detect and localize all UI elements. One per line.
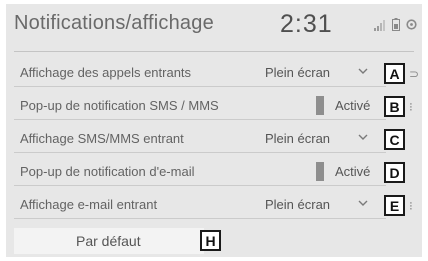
settings-icon [406, 18, 417, 36]
dropdown-value: Plein écran [265, 65, 331, 80]
row-divider [14, 152, 386, 153]
page-title: Notifications/affichage [14, 12, 214, 34]
status-icons [374, 18, 417, 36]
edge-icon: ⊃ [409, 67, 420, 81]
toggle-indicator[interactable] [316, 162, 324, 181]
signal-icon [374, 18, 386, 36]
callout-badge-a: A [384, 63, 405, 84]
header: Notifications/affichage 2:31 [6, 4, 422, 48]
notifications-display-screen: Notifications/affichage 2:31 Affichage d… [6, 4, 422, 257]
row-divider [14, 86, 386, 87]
sms-mms-display-row[interactable]: Affichage SMS/MMS entrant Plein écran [14, 123, 386, 153]
chevron-down-icon[interactable] [357, 64, 369, 82]
callout-badge-d: D [384, 162, 405, 183]
email-display-row[interactable]: Affichage e-mail entrant Plein écran [14, 189, 386, 219]
row-label: Affichage e-mail entrant [20, 197, 158, 212]
toggle-state: Activé [335, 98, 371, 113]
row-label: Affichage SMS/MMS entrant [20, 131, 184, 146]
row-divider [14, 218, 386, 219]
header-divider [14, 51, 414, 52]
dropdown-value: Plein écran [265, 131, 331, 146]
row-label: Affichage des appels entrants [20, 65, 192, 80]
callout-badge-h: H [200, 230, 221, 251]
callout-badge-b: B [384, 96, 405, 117]
callout-badge-c: C [384, 129, 405, 150]
email-popup-row[interactable]: Pop-up de notification d'e-mail Activé [14, 156, 386, 186]
edge-icon: ⁝ [409, 100, 413, 114]
default-button-label: Par défaut [76, 233, 141, 249]
chevron-down-icon[interactable] [357, 196, 369, 214]
row-divider [14, 185, 386, 186]
row-label: Pop-up de notification d'e-mail [20, 164, 195, 179]
incoming-call-display-row[interactable]: Affichage des appels entrants Plein écra… [14, 57, 386, 87]
callout-badge-e: E [384, 195, 405, 216]
battery-icon [392, 18, 400, 36]
row-divider [14, 119, 386, 120]
dropdown-value: Plein écran [265, 197, 331, 212]
edge-icon: ⁝ [409, 199, 413, 213]
clock: 2:31 [280, 10, 333, 38]
row-label: Pop-up de notification SMS / MMS [20, 98, 219, 113]
default-button[interactable]: Par défaut [14, 228, 204, 254]
sms-mms-popup-row[interactable]: Pop-up de notification SMS / MMS Activé [14, 90, 386, 120]
chevron-down-icon[interactable] [357, 130, 369, 148]
toggle-state: Activé [335, 164, 371, 179]
toggle-indicator[interactable] [316, 96, 324, 115]
